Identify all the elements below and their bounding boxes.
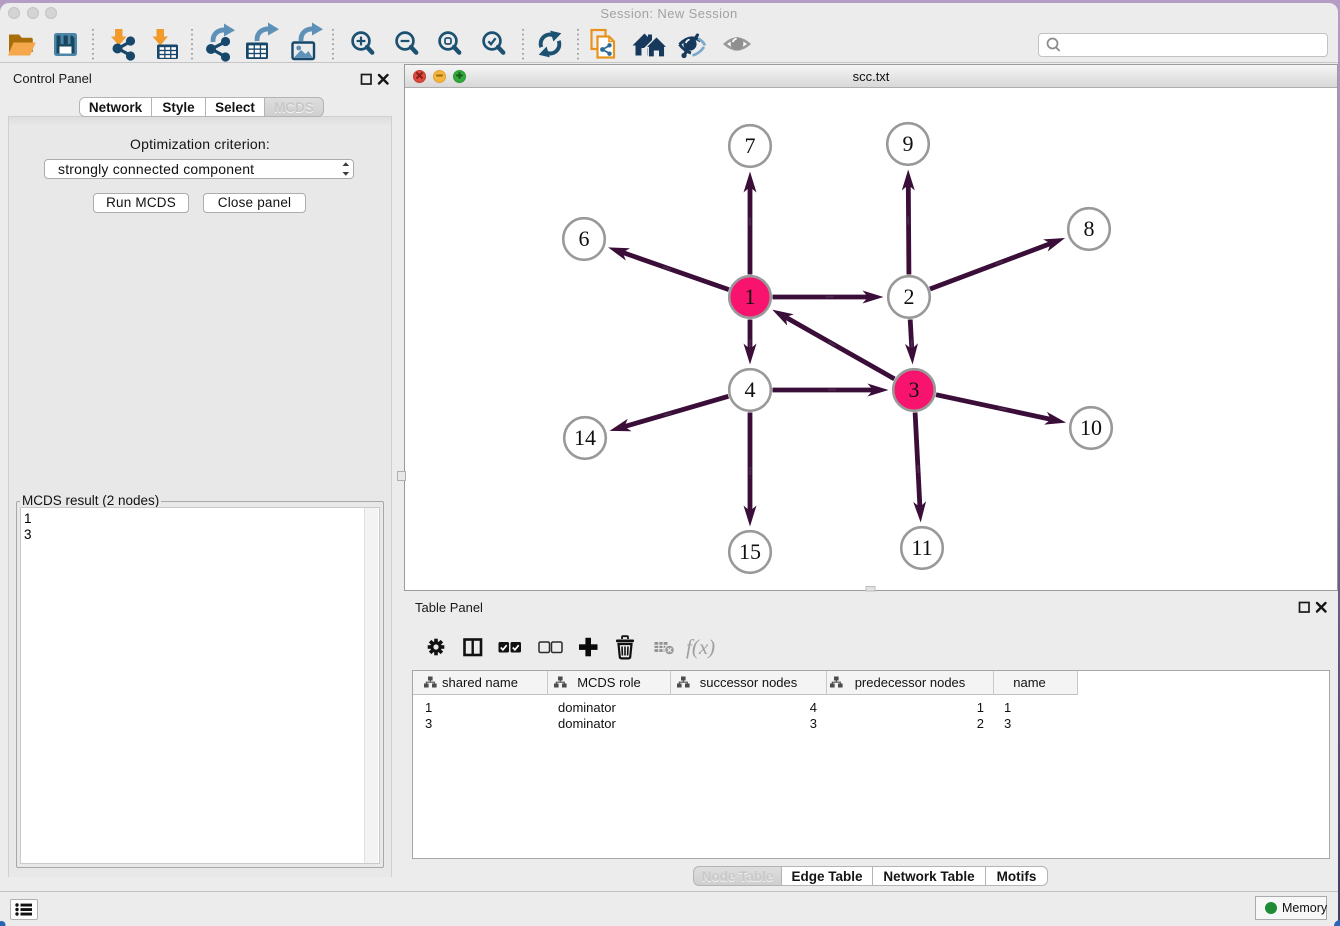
svg-text:4: 4 [745,377,756,402]
svg-text:7: 7 [745,133,756,158]
svg-text:11: 11 [911,535,932,560]
svg-text:2: 2 [904,284,915,309]
svg-text:8: 8 [1084,216,1095,241]
svg-text:6: 6 [579,226,590,251]
svg-text:9: 9 [903,131,914,156]
svg-text:10: 10 [1080,415,1102,440]
svg-text:15: 15 [739,539,761,564]
svg-text:1: 1 [745,284,756,309]
svg-text:3: 3 [909,377,920,402]
svg-text:14: 14 [574,425,596,450]
